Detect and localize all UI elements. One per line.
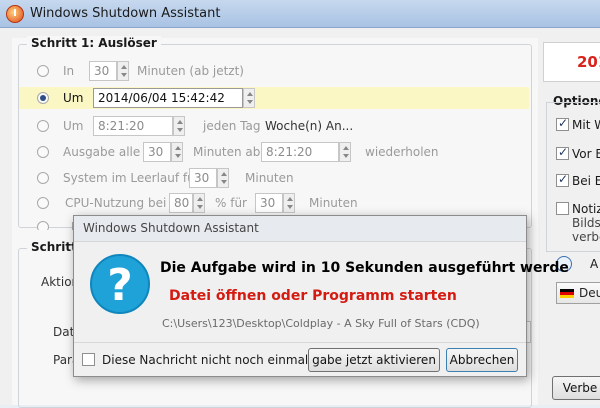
trigger-row-at-datetime: Um 2014/06/04 15:42:42 <box>19 87 529 109</box>
dialog-action: Datei öffnen oder Programm starten <box>169 288 457 304</box>
cancel-button[interactable]: Abbrechen <box>446 348 518 372</box>
radio-network[interactable] <box>37 221 49 230</box>
cpu-minutes-input[interactable]: 30 <box>255 193 283 213</box>
row-label: CPU-Nutzung bei <box>65 196 167 210</box>
countdown-text: 201 <box>577 53 600 71</box>
row-mid: Minuten ab <box>193 145 261 159</box>
datetime-spinner[interactable] <box>243 88 255 108</box>
cpu-percent-spinner[interactable] <box>193 193 205 213</box>
minutes-input[interactable]: 30 <box>89 61 117 81</box>
row-label: Um <box>63 119 84 133</box>
option-note-1: Bildsc <box>572 216 600 230</box>
row-mid: % für <box>215 196 247 210</box>
connect-button[interactable]: Verbe <box>552 376 600 400</box>
cpu-percent-input[interactable]: 80 <box>169 193 193 213</box>
radio-repeat[interactable] <box>37 146 49 158</box>
daily-time-spinner[interactable] <box>173 116 185 136</box>
title-bar: Windows Shutdown Assistant <box>0 0 600 28</box>
minutes-spinner[interactable] <box>117 61 129 81</box>
cpu-minutes-spinner[interactable] <box>283 193 295 213</box>
window-title: Windows Shutdown Assistant <box>30 6 221 21</box>
option-label-2: Vor Be <box>572 147 600 161</box>
language-value: Deu <box>579 286 600 300</box>
row-suffix: wiederholen <box>365 145 439 159</box>
dialog-file-path: C:\Users\123\Desktop\Coldplay - A Sky Fu… <box>162 317 480 330</box>
radio-daily[interactable] <box>37 120 49 132</box>
trigger-row-cpu: CPU-Nutzung bei 80 % für 30 Minuten <box>19 192 529 214</box>
option-checkbox-3[interactable] <box>556 172 569 187</box>
radio-in[interactable] <box>37 65 49 77</box>
datetime-input[interactable]: 2014/06/04 15:42:42 <box>93 88 243 108</box>
repeat-start-spinner[interactable] <box>339 142 351 162</box>
option-checkbox-4[interactable] <box>556 202 569 215</box>
idle-minutes-spinner[interactable] <box>217 168 229 188</box>
countdown-dialog: Windows Shutdown Assistant ? Die Aufgabe… <box>73 215 569 377</box>
radio-cpu[interactable] <box>37 197 49 209</box>
row-label: In <box>63 64 75 78</box>
dont-show-again-checkbox[interactable] <box>82 353 95 366</box>
countdown-panel: 201 <box>543 42 600 82</box>
radio-idle[interactable] <box>37 172 49 184</box>
german-flag-icon <box>560 289 574 298</box>
row-suffix: Minuten (ab jetzt) <box>137 64 244 78</box>
idle-minutes-input[interactable]: 30 <box>189 168 217 188</box>
power-icon <box>6 5 24 23</box>
trigger-row-in: In 30 Minuten (ab jetzt) <box>19 60 529 82</box>
activate-now-button[interactable]: gabe jetzt aktivieren <box>308 348 440 372</box>
repeat-minutes-input[interactable]: 30 <box>143 142 171 162</box>
option-label-1: Mit Wi <box>572 118 600 132</box>
repeat-start-input[interactable]: 8:21:20 <box>261 142 339 162</box>
row-suffix: Minuten <box>245 171 294 185</box>
trigger-row-daily: Um 8:21:20 jeden Tag Woche(n) An... <box>19 115 529 137</box>
row-label: Um <box>63 91 84 105</box>
row-label: System im Leerlauf für <box>63 171 200 185</box>
trigger-row-repeat: Ausgabe alle 30 Minuten ab 8:21:20 wiede… <box>19 141 529 163</box>
language-select[interactable]: Deu <box>556 282 600 304</box>
trigger-legend: Schritt 1: Auslöser <box>27 36 161 50</box>
row-suffix: jeden Tag <box>203 119 261 133</box>
row-label: Ausgabe alle <box>63 145 141 159</box>
question-icon: ? <box>90 254 150 314</box>
daily-time-input[interactable]: 8:21:20 <box>93 116 173 136</box>
dialog-message: Die Aufgabe wird in 10 Sekunden ausgefüh… <box>160 260 569 276</box>
dialog-footer: Diese Nachricht nicht noch einmal anzeig… <box>74 342 526 376</box>
option-note-2: verbe <box>572 230 600 244</box>
weekday-selector[interactable]: Woche(n) An... <box>265 119 353 133</box>
dialog-title: Windows Shutdown Assistant <box>74 216 526 242</box>
option-label-3: Bei Er <box>572 174 600 188</box>
info-link-label[interactable]: A <box>590 257 598 271</box>
repeat-minutes-spinner[interactable] <box>171 142 183 162</box>
option-checkbox-2[interactable] <box>556 145 569 160</box>
radio-at-datetime[interactable] <box>37 92 49 104</box>
option-checkbox-1[interactable] <box>556 116 569 131</box>
row-suffix: Minuten <box>309 196 358 210</box>
trigger-row-idle: System im Leerlauf für 30 Minuten <box>19 167 529 189</box>
option-label-4: Notize <box>572 202 600 216</box>
trigger-group: Schritt 1: Auslöser In 30 Minuten (ab je… <box>18 36 532 230</box>
